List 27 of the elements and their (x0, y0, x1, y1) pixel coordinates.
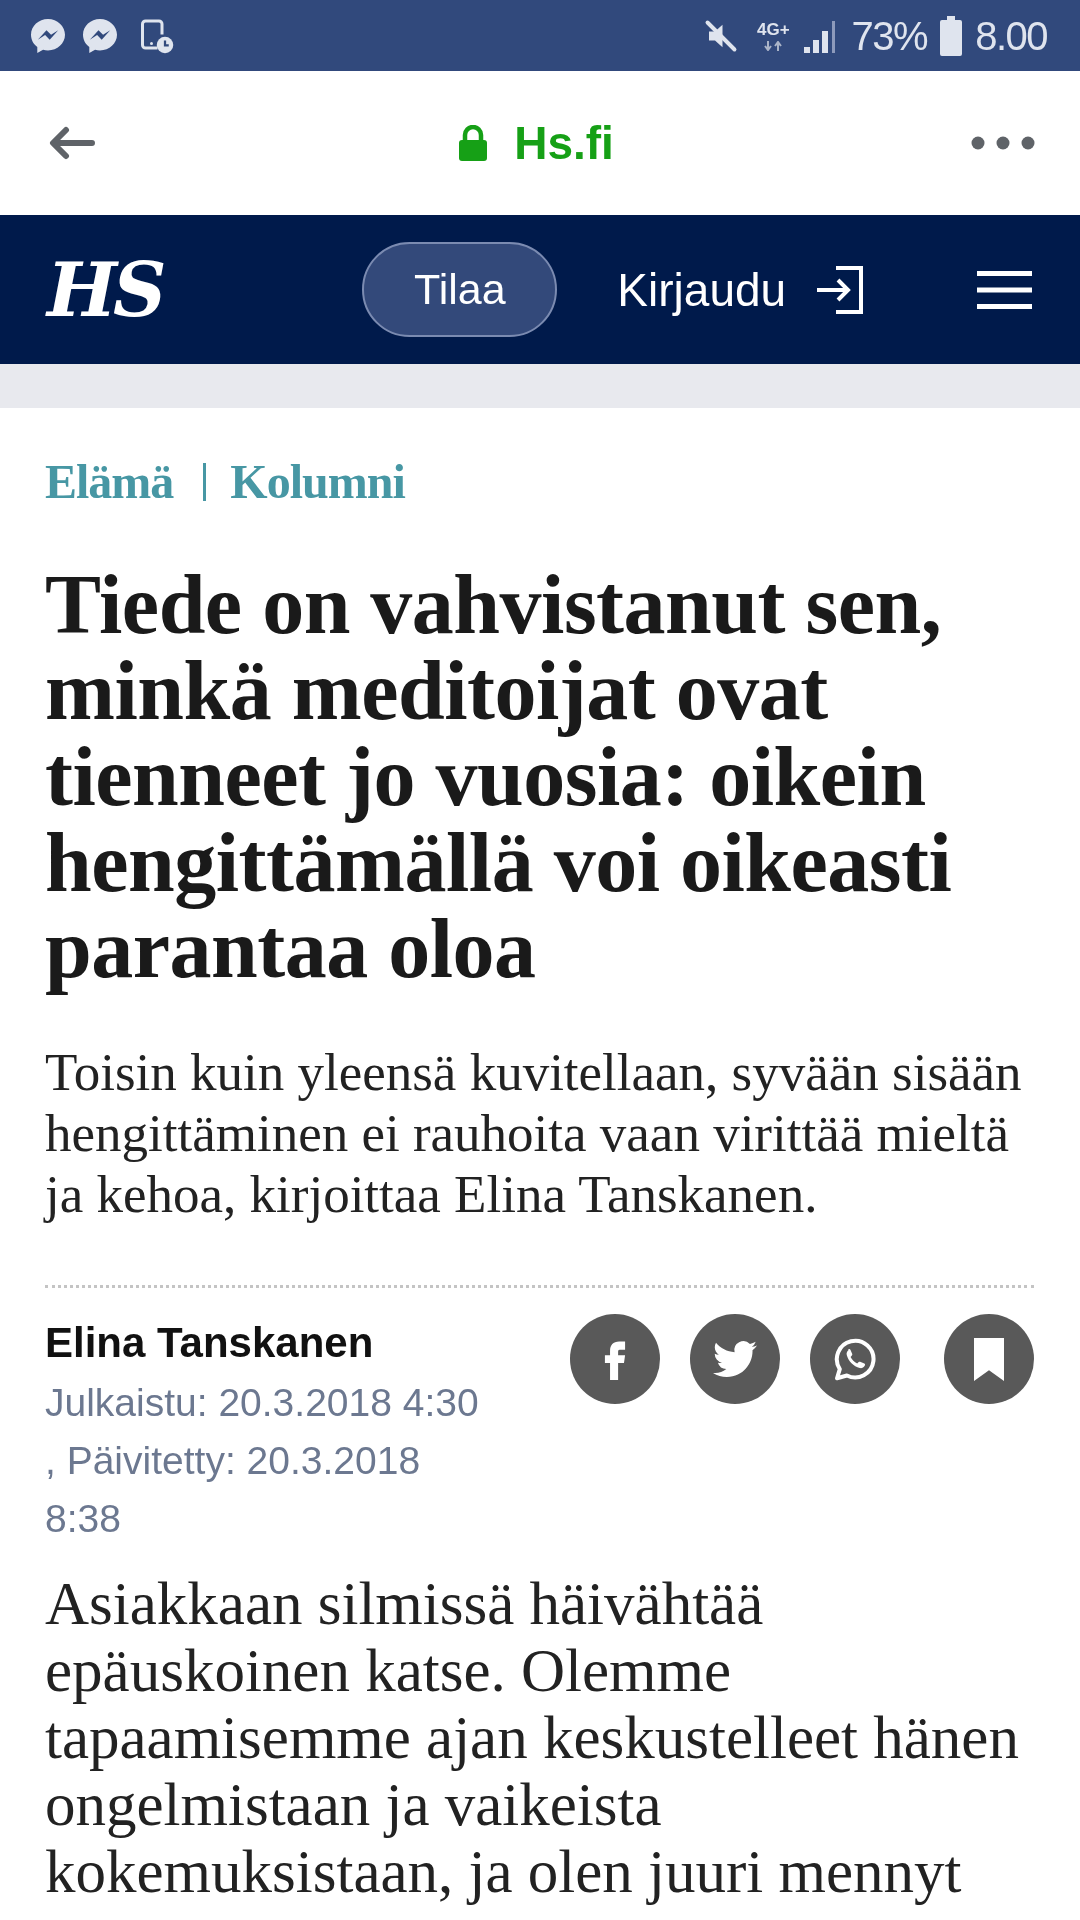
login-link[interactable]: Kirjaudu (617, 262, 865, 317)
mute-icon (702, 17, 739, 54)
lock-icon (458, 125, 489, 161)
login-icon (814, 265, 865, 314)
whatsapp-icon (833, 1337, 877, 1381)
network-type-label: 4G+ (756, 20, 790, 39)
menu-button[interactable] (977, 270, 1032, 309)
updated-date: , Päivitetty: 20.3.2018 8:38 (45, 1438, 422, 1542)
author-name: Elina Tanskanen (45, 1318, 375, 1368)
site-logo[interactable]: HS (47, 247, 163, 332)
article-lead: Toisin kuin yleensä kuvitellaan, syvään sisään hengittäminen ei rauhoita vaan virittää mieltä ja kehoa, kirjoittaa Elina Tanskanen. (45, 1042, 1023, 1225)
messenger-icon (31, 18, 65, 53)
battery-icon (939, 15, 964, 56)
back-button[interactable] (47, 126, 95, 160)
more-button[interactable] (971, 136, 1035, 150)
clock-time: 8.00 (975, 12, 1047, 59)
arrow-left-icon (47, 126, 95, 160)
article-body: Asiakkaan silmissä häivähtää epäuskoinen katse. Olemme tapaamisemme ajan keskustelleet hänen ongelmistaan ja vaikeista kokemuksistaan, ja olen juuri mennyt (45, 1570, 1020, 1905)
battery-percent: 73% (851, 12, 928, 59)
messenger-icon (83, 18, 117, 53)
bookmark-icon (974, 1337, 1004, 1381)
published-date: Julkaistu: 20.3.2018 4:30 (45, 1380, 480, 1426)
subscribe-button[interactable]: Tilaa (362, 242, 558, 337)
menu-icon (977, 270, 1032, 309)
tablet-clock-icon (138, 17, 174, 54)
more-dots-icon (971, 136, 1035, 150)
data-arrows-icon (763, 40, 784, 51)
